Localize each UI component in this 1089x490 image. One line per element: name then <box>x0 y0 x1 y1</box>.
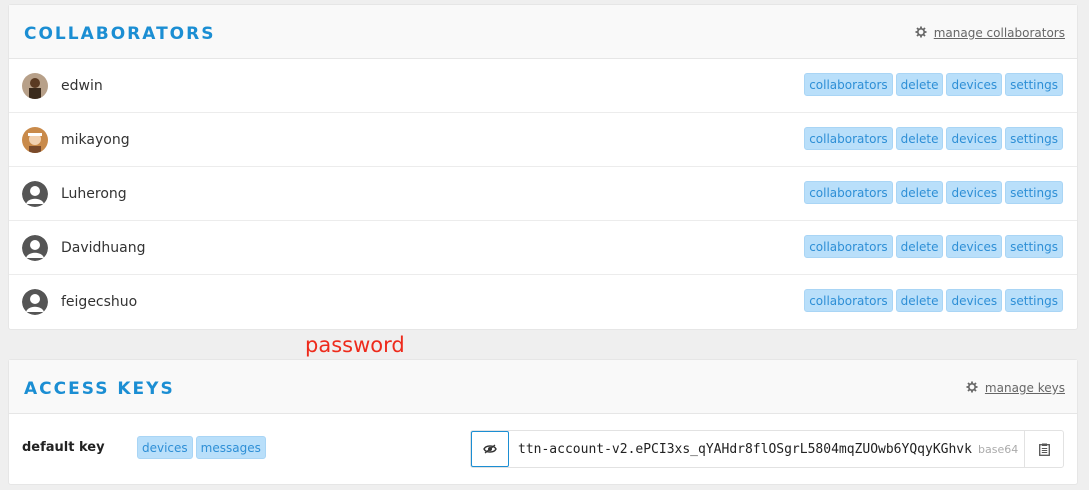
access-keys-header: ACCESS KEYS manage keys <box>9 360 1077 414</box>
key-value-field: ttn-account-v2.ePCI3xs_qYAHdr8flOSgrL580… <box>470 430 1064 468</box>
permission-tag-devices[interactable]: devices <box>946 235 1003 258</box>
permission-tag-collaborators[interactable]: collaborators <box>804 127 893 150</box>
access-keys-panel: ACCESS KEYS manage keys default key devi… <box>8 359 1078 485</box>
manage-collaborators-link[interactable]: manage collaborators <box>915 26 1065 40</box>
permission-tag-devices[interactable]: devices <box>946 289 1003 312</box>
access-key-row: default key devices messages ttn-account… <box>9 414 1077 484</box>
default-user-icon <box>22 289 48 315</box>
permission-tag-devices[interactable]: devices <box>946 181 1003 204</box>
copy-key-button[interactable] <box>1024 431 1063 467</box>
collaborators-title: COLLABORATORS <box>24 24 216 44</box>
key-name: default key <box>22 440 105 455</box>
key-right-tag-messages[interactable]: messages <box>195 436 266 459</box>
permission-tag-settings[interactable]: settings <box>1005 181 1063 204</box>
gear-icon <box>966 381 978 393</box>
permission-tag-delete[interactable]: delete <box>895 289 944 312</box>
permission-tag-devices[interactable]: devices <box>946 73 1003 96</box>
collaborator-name: feigecshuo <box>61 294 138 310</box>
default-user-icon <box>22 181 48 207</box>
collaborator-row: mikayong collaborators delete devices se… <box>9 113 1077 167</box>
collaborator-row: Luherong collaborators delete devices se… <box>9 167 1077 221</box>
collaborators-header: COLLABORATORS manage collaborators <box>9 5 1077 59</box>
permission-tag-delete[interactable]: delete <box>895 73 944 96</box>
collaborator-name: edwin <box>61 78 103 94</box>
permission-tag-settings[interactable]: settings <box>1005 289 1063 312</box>
key-right-tag-devices[interactable]: devices <box>137 436 193 459</box>
clipboard-icon <box>1038 443 1050 456</box>
reveal-key-button[interactable] <box>471 431 509 467</box>
default-user-icon <box>22 235 48 261</box>
permission-tag-delete[interactable]: delete <box>895 235 944 258</box>
manage-collaborators-label: manage collaborators <box>933 26 1065 40</box>
collaborator-permissions: collaborators delete devices settings <box>804 73 1063 96</box>
collaborator-permissions: collaborators delete devices settings <box>804 235 1063 258</box>
password-annotation: password <box>305 333 405 357</box>
collaborator-name: Luherong <box>61 186 127 202</box>
collaborator-permissions: collaborators delete devices settings <box>804 181 1063 204</box>
permission-tag-delete[interactable]: delete <box>895 181 944 204</box>
key-format-label: base64 <box>978 443 1019 456</box>
collaborator-row: Davidhuang collaborators delete devices … <box>9 221 1077 275</box>
collaborator-row: feigecshuo collaborators delete devices … <box>9 275 1077 329</box>
access-key-value[interactable]: ttn-account-v2.ePCI3xs_qYAHdr8flOSgrL580… <box>518 442 972 457</box>
permission-tag-settings[interactable]: settings <box>1005 235 1063 258</box>
user-photo-avatar <box>22 73 48 99</box>
collaborator-permissions: collaborators delete devices settings <box>804 127 1063 150</box>
collaborators-panel: COLLABORATORS manage collaborators edwin… <box>8 4 1078 330</box>
access-keys-title: ACCESS KEYS <box>24 379 175 399</box>
eye-icon <box>483 444 497 454</box>
collaborator-name: mikayong <box>61 132 130 148</box>
gear-icon <box>915 26 927 38</box>
permission-tag-settings[interactable]: settings <box>1005 127 1063 150</box>
collaborator-permissions: collaborators delete devices settings <box>804 289 1063 312</box>
manage-keys-label: manage keys <box>984 381 1065 395</box>
user-photo-avatar <box>22 127 48 153</box>
manage-keys-link[interactable]: manage keys <box>966 381 1065 395</box>
collaborator-row: edwin collaborators delete devices setti… <box>9 59 1077 113</box>
permission-tag-delete[interactable]: delete <box>895 127 944 150</box>
collaborator-name: Davidhuang <box>61 240 146 256</box>
key-rights: devices messages <box>137 436 266 459</box>
permission-tag-devices[interactable]: devices <box>946 127 1003 150</box>
permission-tag-collaborators[interactable]: collaborators <box>804 289 893 312</box>
permission-tag-collaborators[interactable]: collaborators <box>804 181 893 204</box>
permission-tag-collaborators[interactable]: collaborators <box>804 235 893 258</box>
permission-tag-collaborators[interactable]: collaborators <box>804 73 893 96</box>
permission-tag-settings[interactable]: settings <box>1005 73 1063 96</box>
